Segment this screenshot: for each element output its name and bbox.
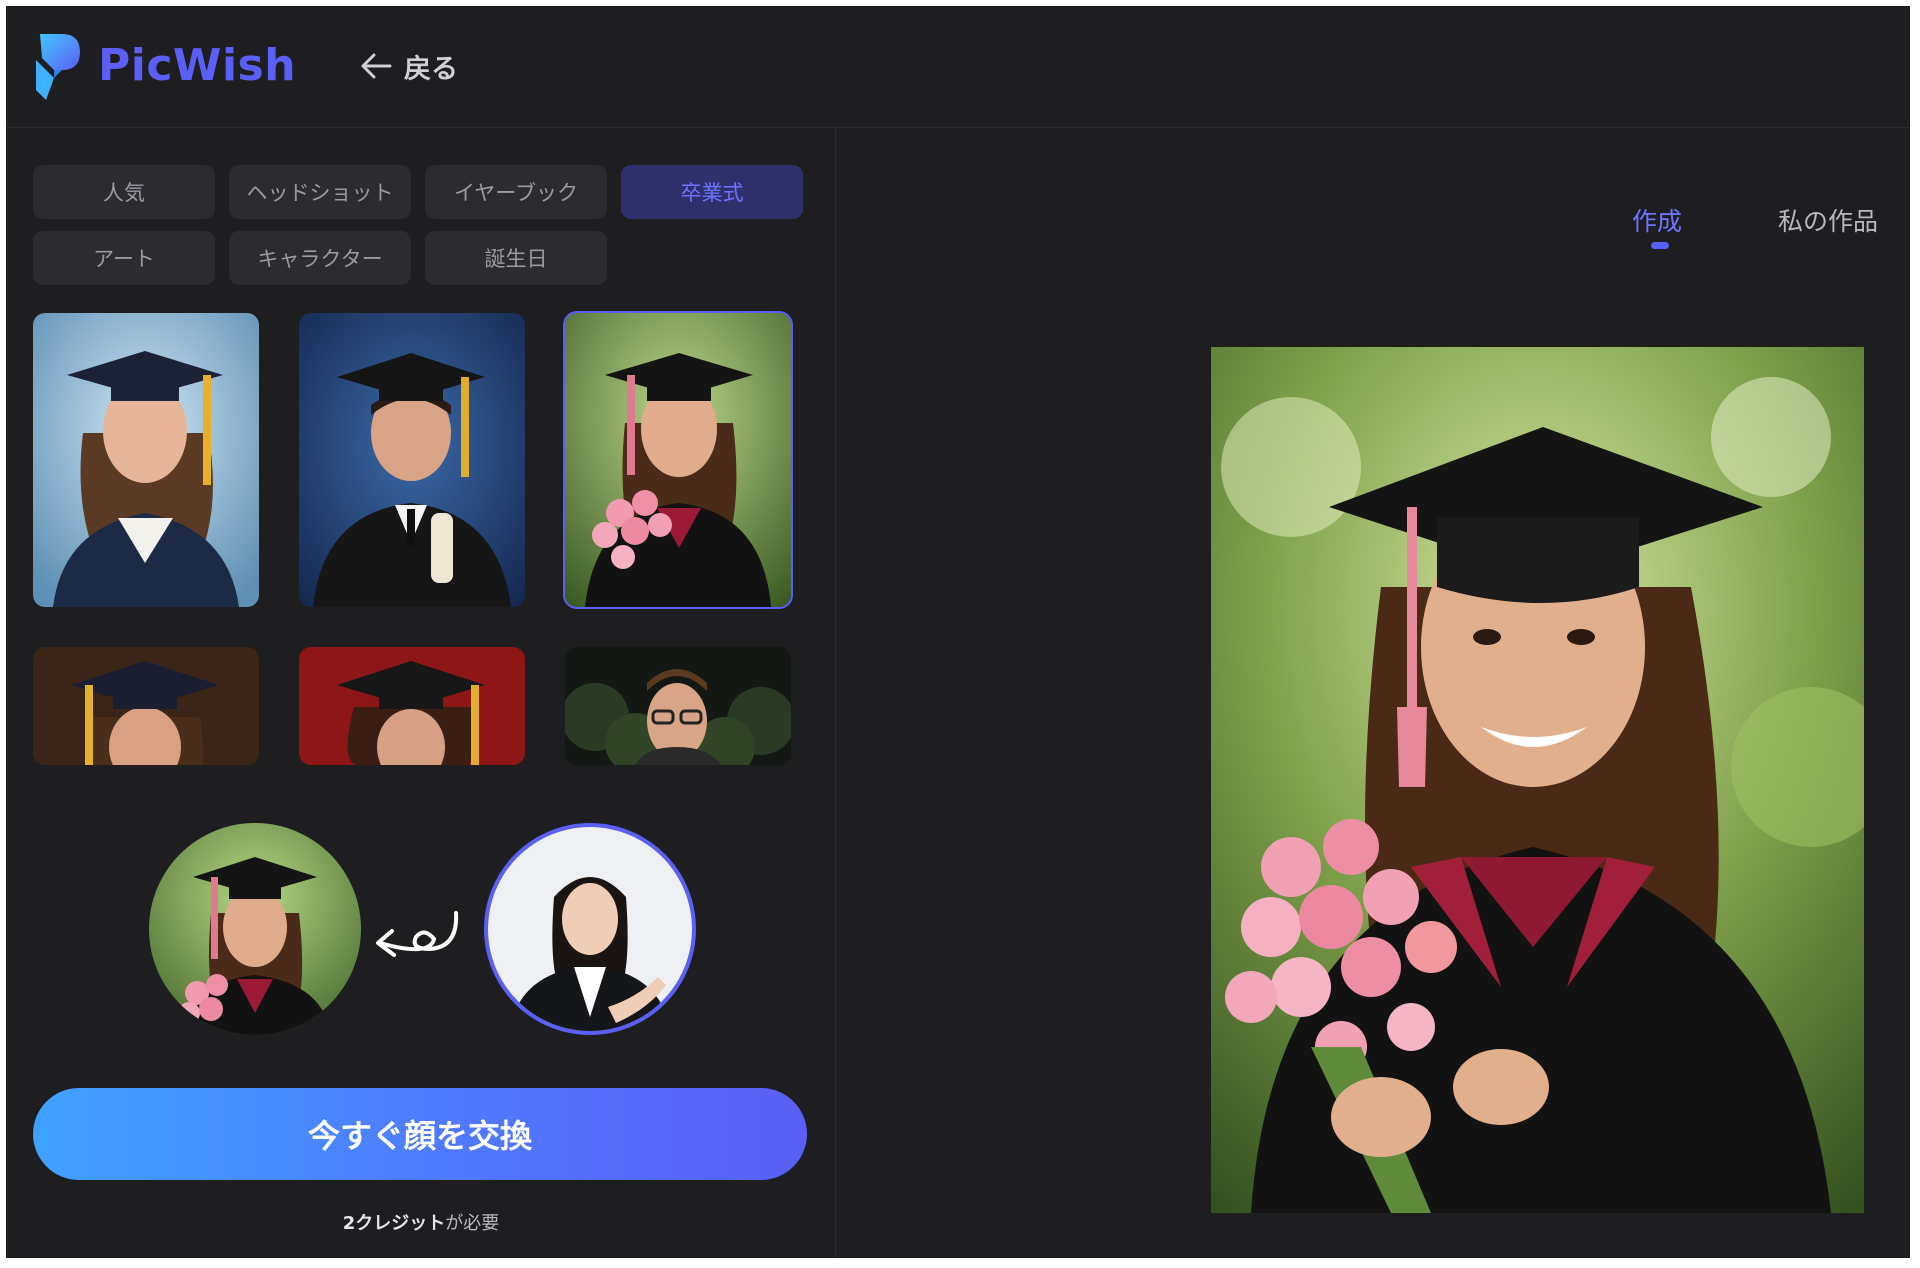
app-window: PicWish 戻る 人気 ヘッドショット イヤーブック 卒業式 アート キャラ… bbox=[6, 6, 1910, 1258]
credits-note: 2クレジットが必要 bbox=[6, 1209, 836, 1235]
portrait-image bbox=[299, 647, 525, 765]
swap-arrow-icon bbox=[376, 911, 459, 957]
user-face-upload[interactable] bbox=[484, 823, 696, 1035]
portrait-image bbox=[33, 647, 259, 765]
portrait-image bbox=[565, 313, 791, 607]
brand-name: PicWish bbox=[98, 40, 297, 91]
portrait-image bbox=[565, 647, 791, 765]
top-bar: PicWish 戻る bbox=[6, 6, 1910, 128]
result-preview-image bbox=[1211, 347, 1864, 1213]
category-headshot[interactable]: ヘッドショット bbox=[229, 165, 411, 219]
category-birthday[interactable]: 誕生日 bbox=[425, 231, 607, 285]
template-thumbnail-graduate-girl-blue[interactable] bbox=[33, 313, 259, 607]
credits-amount: 2クレジット bbox=[342, 1213, 446, 1234]
template-panel: 人気 ヘッドショット イヤーブック 卒業式 アート キャラクター 誕生日 今すぐ… bbox=[6, 129, 836, 1258]
template-thumbnail-graduate-boy-blue[interactable] bbox=[299, 313, 525, 607]
category-art[interactable]: アート bbox=[33, 231, 215, 285]
template-face-preview bbox=[149, 823, 361, 1035]
template-thumbnail-graduate-man-glasses[interactable] bbox=[565, 647, 791, 765]
category-popular[interactable]: 人気 bbox=[33, 165, 215, 219]
back-label: 戻る bbox=[404, 53, 458, 85]
portrait-image bbox=[299, 313, 525, 607]
back-button[interactable]: 戻る bbox=[358, 46, 458, 86]
template-face-image bbox=[149, 823, 361, 1035]
user-face-image bbox=[488, 827, 692, 1031]
arrow-left-icon bbox=[361, 53, 392, 79]
portrait-image bbox=[33, 313, 259, 607]
template-thumbnail-graduate-girl-red[interactable] bbox=[299, 647, 525, 765]
category-yearbook[interactable]: イヤーブック bbox=[425, 165, 607, 219]
tab-my-works[interactable]: 私の作品 bbox=[1778, 202, 1878, 238]
tab-create[interactable]: 作成 bbox=[1632, 202, 1682, 238]
active-tab-indicator bbox=[1651, 242, 1669, 249]
graduate-portrait-image bbox=[1211, 347, 1864, 1213]
category-graduation[interactable]: 卒業式 bbox=[621, 165, 803, 219]
template-thumbnail-graduate-girl-flowers[interactable] bbox=[563, 311, 793, 609]
credits-suffix: が必要 bbox=[445, 1213, 500, 1234]
template-thumbnail-graduate-girl-brown[interactable] bbox=[33, 647, 259, 765]
picwish-logo-icon bbox=[36, 34, 80, 100]
category-character[interactable]: キャラクター bbox=[229, 231, 411, 285]
swap-face-button[interactable]: 今すぐ顔を交換 bbox=[33, 1088, 807, 1180]
